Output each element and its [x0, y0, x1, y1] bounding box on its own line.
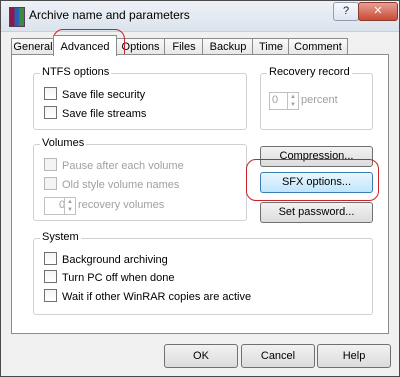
checkbox-icon[interactable] [44, 87, 57, 100]
turn-off-pc-label: Turn PC off when done [62, 272, 175, 284]
recovery-record-value[interactable]: 0 [272, 94, 278, 106]
tab-advanced[interactable]: Advanced [53, 35, 117, 56]
winrar-books-icon [9, 7, 25, 27]
recovery-record-spinner[interactable]: 0 ▲ ▼ [269, 92, 299, 110]
save-file-security-checkbox[interactable]: Save file security [44, 87, 145, 101]
help-button[interactable]: Help [317, 344, 391, 368]
ntfs-options-label: NTFS options [40, 66, 112, 78]
sfx-options-highlight [246, 159, 379, 201]
recovery-record-label: Recovery record [267, 66, 352, 78]
system-label: System [40, 231, 81, 243]
turn-off-pc-checkbox[interactable]: Turn PC off when done [44, 270, 175, 284]
old-style-names-checkbox[interactable]: Old style volume names [44, 177, 179, 191]
save-file-streams-checkbox[interactable]: Save file streams [44, 106, 146, 120]
system-group: System Background archiving Turn PC off … [33, 231, 373, 315]
tab-comment[interactable]: Comment [288, 38, 348, 55]
wait-other-copies-checkbox[interactable]: Wait if other WinRAR copies are active [44, 289, 251, 303]
background-archiving-label: Background archiving [62, 254, 168, 266]
checkbox-icon[interactable] [44, 252, 57, 265]
cancel-button[interactable]: Cancel [241, 344, 315, 368]
tab-files[interactable]: Files [164, 38, 204, 55]
checkbox-icon[interactable] [44, 158, 57, 171]
tab-time[interactable]: Time [252, 38, 290, 55]
spinner-arrows-icon[interactable]: ▲ ▼ [64, 198, 75, 214]
dialog-window: Archive name and parameters ? ✕ General … [0, 0, 400, 377]
background-archiving-checkbox[interactable]: Background archiving [44, 252, 168, 266]
save-file-security-label: Save file security [62, 89, 146, 101]
tab-general[interactable]: General [11, 38, 55, 55]
volumes-group: Volumes Pause after each volume Old styl… [33, 137, 247, 221]
spinner-arrows-icon[interactable]: ▲ ▼ [287, 93, 298, 109]
close-icon[interactable]: ✕ [358, 2, 398, 21]
window-title: Archive name and parameters [29, 8, 190, 22]
checkbox-icon[interactable] [44, 177, 57, 190]
wait-other-copies-label: Wait if other WinRAR copies are active [62, 291, 252, 303]
recovery-record-unit: percent [301, 94, 338, 106]
checkbox-icon[interactable] [44, 270, 57, 283]
ok-button[interactable]: OK [164, 344, 238, 368]
recovery-volumes-spinner[interactable]: 0 ▲ ▼ [44, 197, 76, 215]
pause-after-volume-checkbox[interactable]: Pause after each volume [44, 158, 184, 172]
recovery-record-group: Recovery record 0 ▲ ▼ percent [260, 66, 373, 130]
tab-backup[interactable]: Backup [202, 38, 254, 55]
recovery-volumes-unit: recovery volumes [78, 199, 165, 211]
title-bar[interactable]: Archive name and parameters ? ✕ [1, 1, 399, 32]
set-password-button[interactable]: Set password... [260, 202, 373, 223]
help-icon[interactable]: ? [333, 2, 359, 21]
checkbox-icon[interactable] [44, 106, 57, 119]
checkbox-icon[interactable] [44, 289, 57, 302]
save-file-streams-label: Save file streams [62, 108, 147, 120]
pause-after-volume-label: Pause after each volume [62, 160, 184, 172]
old-style-names-label: Old style volume names [62, 179, 180, 191]
volumes-label: Volumes [40, 137, 87, 149]
ntfs-options-group: NTFS options Save file security Save fil… [33, 66, 247, 130]
